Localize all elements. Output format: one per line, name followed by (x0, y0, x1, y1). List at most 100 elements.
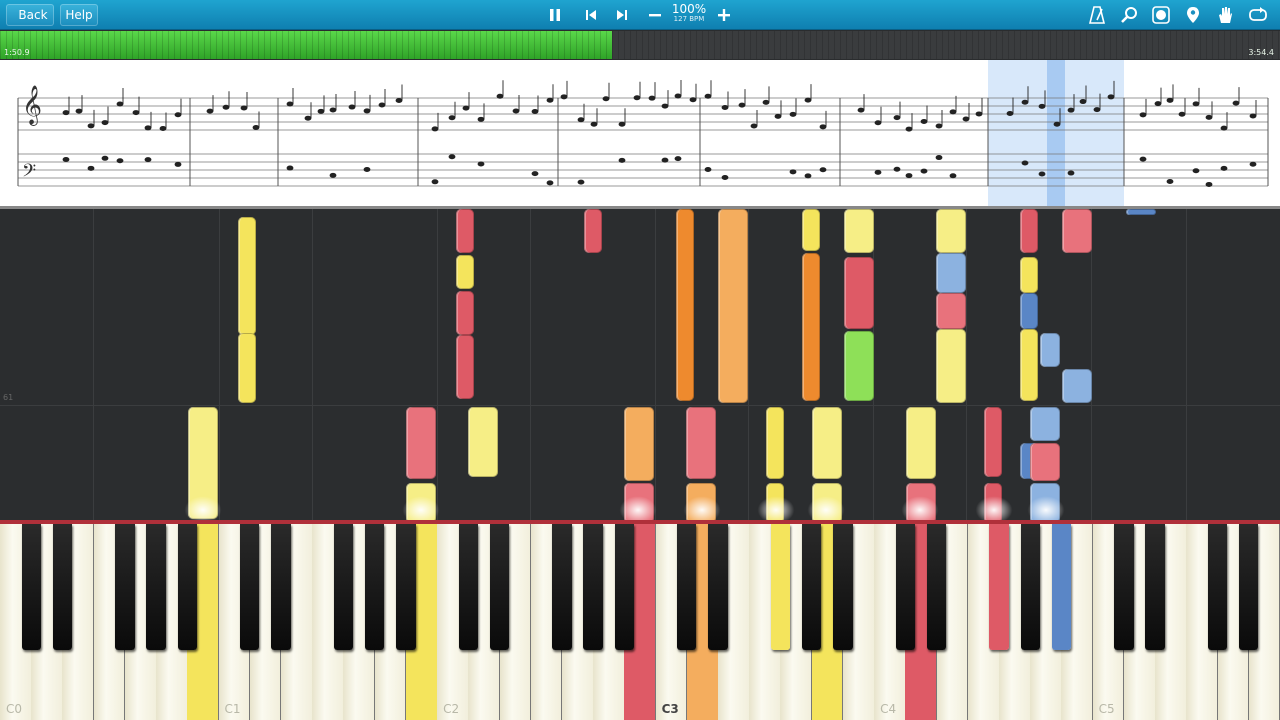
falling-note (844, 331, 874, 401)
back-button[interactable]: Back (6, 4, 54, 26)
black-key[interactable] (458, 524, 478, 650)
black-key[interactable] (364, 524, 385, 650)
falling-note (936, 253, 966, 293)
note-head (1205, 114, 1213, 120)
black-key[interactable] (21, 524, 41, 650)
note-head (75, 108, 83, 114)
black-key[interactable] (115, 524, 135, 650)
black-key[interactable] (1051, 524, 1072, 650)
falling-note (984, 407, 1002, 477)
marker-button[interactable] (1183, 0, 1203, 30)
note-head (252, 124, 260, 130)
note-head (618, 121, 626, 127)
hand-icon (1219, 7, 1232, 23)
faster-button[interactable] (714, 0, 734, 30)
note-head (935, 155, 943, 161)
falling-note (1062, 209, 1092, 253)
note-head (704, 167, 712, 173)
note-head (240, 105, 248, 111)
svg-text:𝄞: 𝄞 (22, 85, 42, 126)
plus-icon (718, 9, 730, 21)
falling-note (844, 257, 874, 329)
note-head (789, 169, 797, 175)
note-head (750, 123, 758, 129)
falling-note (766, 407, 784, 479)
piano-keyboard[interactable]: C0 C1 C2 C3 C4 C5 (0, 524, 1280, 720)
black-key[interactable] (333, 524, 354, 650)
black-key[interactable] (895, 524, 916, 650)
speed-percent: 100% (671, 2, 707, 16)
note-head (1192, 168, 1200, 174)
loop-button[interactable] (1247, 0, 1269, 30)
falling-note (468, 407, 498, 477)
note-head (893, 115, 901, 121)
note-head (431, 179, 439, 185)
song-progress-bar[interactable] (0, 31, 1280, 59)
black-key[interactable] (1114, 524, 1134, 650)
note-head (633, 95, 641, 101)
black-key[interactable] (833, 524, 853, 650)
black-key[interactable] (708, 524, 728, 650)
total-time: 3:54.4 (1248, 48, 1274, 57)
black-key[interactable] (989, 524, 1009, 650)
note-labels-button[interactable] (1151, 0, 1171, 30)
pause-button[interactable] (544, 0, 566, 30)
slower-button[interactable] (645, 0, 665, 30)
black-key[interactable] (271, 524, 291, 650)
note-head (874, 169, 882, 175)
note-head (395, 97, 403, 103)
black-key[interactable] (1239, 524, 1259, 650)
note-head (62, 156, 70, 162)
black-key[interactable] (770, 524, 791, 650)
note-head (905, 126, 913, 132)
falling-note (676, 209, 694, 401)
help-button[interactable]: Help (60, 4, 98, 26)
note-head (560, 94, 568, 100)
measure-line (0, 405, 1280, 406)
black-key[interactable] (677, 524, 697, 650)
note-head (363, 167, 371, 173)
falling-note (936, 293, 966, 329)
note-head (762, 99, 770, 105)
skip-back-button[interactable] (580, 0, 602, 30)
skip-forward-button[interactable] (611, 0, 633, 30)
black-key[interactable] (489, 524, 510, 650)
black-key[interactable] (802, 524, 822, 650)
note-head (1038, 171, 1046, 177)
falling-note (238, 217, 256, 335)
note-head (1021, 160, 1029, 166)
note-head (648, 95, 656, 101)
black-key[interactable] (146, 524, 166, 650)
metronome-button[interactable] (1087, 0, 1107, 30)
black-key[interactable] (926, 524, 947, 650)
note-head (531, 109, 539, 115)
falling-note (456, 209, 474, 253)
black-key[interactable] (52, 524, 73, 650)
note-head (144, 157, 152, 163)
note-head (1038, 103, 1046, 109)
zoom-button[interactable] (1119, 0, 1139, 30)
note-head (949, 173, 957, 179)
note-head (512, 108, 520, 114)
roll-grid-line (437, 209, 438, 520)
black-key[interactable] (552, 524, 572, 650)
octave-label: C1 (224, 702, 241, 716)
tempo-display: 100% 127 BPM (668, 3, 710, 24)
falling-note (1062, 369, 1092, 403)
black-key[interactable] (1207, 524, 1228, 650)
sheet-music-strip[interactable]: 𝄞 𝄢 (0, 60, 1280, 209)
zoom-icon (1121, 7, 1137, 23)
black-key[interactable] (1145, 524, 1165, 650)
skip-back-icon (586, 10, 596, 20)
black-key[interactable] (240, 524, 260, 650)
bpm-readout: 127 BPM (673, 15, 705, 23)
black-key[interactable] (1020, 524, 1040, 650)
note-head (363, 108, 371, 114)
black-key[interactable] (177, 524, 197, 650)
note-head (704, 93, 712, 99)
black-key[interactable] (614, 524, 635, 650)
hand-button[interactable] (1215, 0, 1235, 30)
black-key[interactable] (583, 524, 603, 650)
black-key[interactable] (396, 524, 416, 650)
falling-note (1030, 443, 1060, 481)
